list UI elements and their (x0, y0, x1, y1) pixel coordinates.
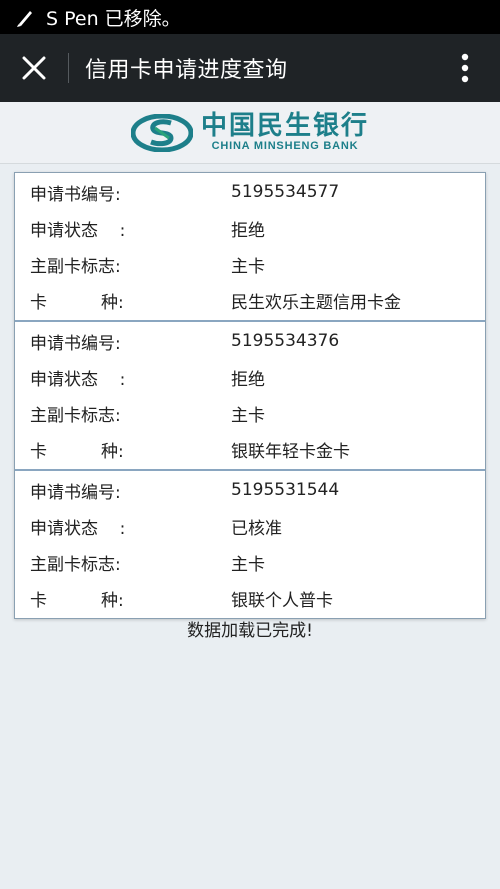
card-type-row: 卡 种: 银联个人普卡 (15, 580, 485, 616)
minsheng-logo-icon (130, 113, 193, 152)
app-no-value: 5195534577 (231, 182, 340, 202)
status-label: 申请状态 : (30, 518, 126, 539)
status-row: 申请状态 : 拒绝 (15, 210, 485, 246)
card-type-value: 民生欢乐主题信用卡金 (231, 292, 401, 313)
title-divider (68, 53, 69, 83)
status-label: 申请状态 : (30, 220, 126, 241)
bank-name-cn: 中国民生银行 (200, 111, 369, 141)
bank-logo: 中国民生银行 CHINA MINSHENG BANK (130, 111, 369, 153)
page-title: 信用卡申请进度查询 (85, 58, 288, 83)
primary-flag-row: 主副卡标志: 主卡 (15, 544, 485, 580)
primary-flag-value: 主卡 (231, 554, 265, 575)
bank-name-en: CHINA MINSHENG BANK (211, 140, 359, 152)
app-no-row: 申请书编号: 5195534376 (15, 323, 485, 359)
application-record: 申请书编号: 5195534376 申请状态 : 拒绝 主副卡标志: 主卡 卡 … (15, 322, 485, 471)
app-no-label: 申请书编号: (30, 482, 121, 503)
card-type-label: 卡 种: (30, 590, 124, 611)
pen-icon (14, 6, 36, 28)
primary-flag-label: 主副卡标志: (30, 256, 121, 277)
primary-flag-value: 主卡 (231, 256, 265, 277)
status-message: S Pen 已移除。 (46, 7, 181, 30)
primary-flag-row: 主副卡标志: 主卡 (15, 395, 485, 431)
card-type-row: 卡 种: 银联年轻卡金卡 (15, 431, 485, 467)
more-button[interactable] (430, 34, 500, 102)
card-type-label: 卡 种: (30, 292, 124, 313)
app-bar: 信用卡申请进度查询 (0, 34, 500, 102)
bank-header: 中国民生银行 CHINA MINSHENG BANK (0, 102, 500, 164)
close-button[interactable] (0, 34, 68, 102)
app-no-value: 5195534376 (231, 331, 340, 351)
status-label: 申请状态 : (30, 369, 126, 390)
app-no-label: 申请书编号: (30, 184, 121, 205)
application-record: 申请书编号: 5195531544 申请状态 : 已核准 主副卡标志: 主卡 卡… (15, 471, 485, 618)
card-type-value: 银联年轻卡金卡 (231, 441, 350, 462)
status-bar: S Pen 已移除。 (0, 0, 500, 34)
app-no-label: 申请书编号: (30, 333, 121, 354)
primary-flag-row: 主副卡标志: 主卡 (15, 246, 485, 282)
application-record: 申请书编号: 5195534577 申请状态 : 拒绝 主副卡标志: 主卡 卡 … (15, 173, 485, 322)
card-type-row: 卡 种: 民生欢乐主题信用卡金 (15, 282, 485, 318)
primary-flag-label: 主副卡标志: (30, 554, 121, 575)
app-no-row: 申请书编号: 5195534577 (15, 174, 485, 210)
primary-flag-value: 主卡 (231, 405, 265, 426)
primary-flag-label: 主副卡标志: (30, 405, 121, 426)
status-value: 已核准 (231, 518, 282, 539)
close-icon (22, 56, 46, 80)
status-row: 申请状态 : 拒绝 (15, 359, 485, 395)
status-value: 拒绝 (231, 369, 265, 390)
more-vert-icon (461, 53, 469, 83)
card-type-value: 银联个人普卡 (231, 590, 333, 611)
load-complete-message: 数据加载已完成! (187, 621, 313, 641)
status-row: 申请状态 : 已核准 (15, 508, 485, 544)
status-value: 拒绝 (231, 220, 265, 241)
app-no-value: 5195531544 (231, 480, 340, 500)
application-list: 申请书编号: 5195534577 申请状态 : 拒绝 主副卡标志: 主卡 卡 … (14, 172, 486, 619)
app-no-row: 申请书编号: 5195531544 (15, 472, 485, 508)
card-type-label: 卡 种: (30, 441, 124, 462)
